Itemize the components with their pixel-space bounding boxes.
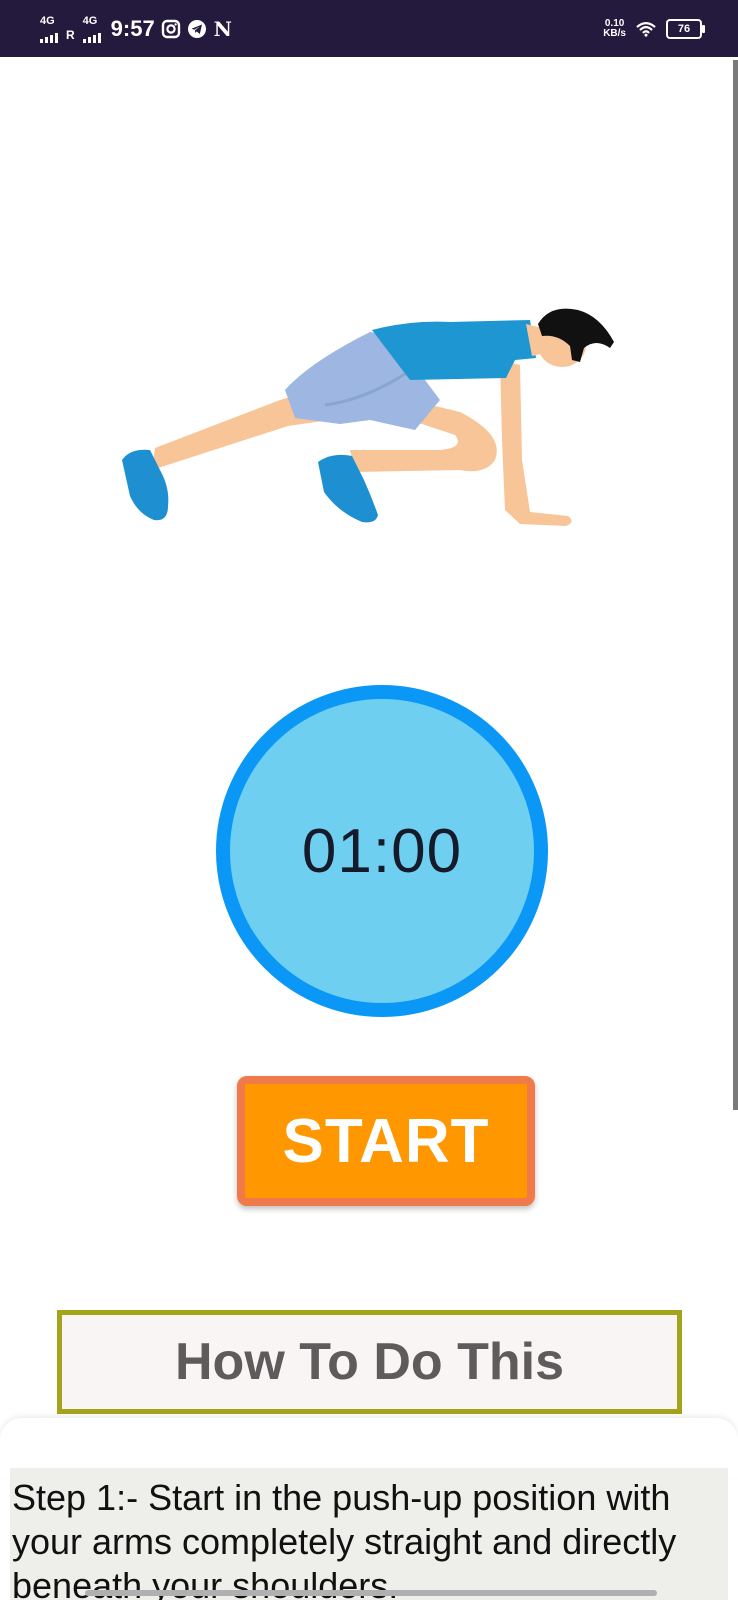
exercise-illustration <box>110 300 630 540</box>
start-button-label: START <box>282 1106 490 1176</box>
cell-signal-1: 4G <box>40 15 58 43</box>
battery-level: 76 <box>677 22 691 35</box>
scroll-indicator[interactable] <box>733 60 738 1110</box>
network-type-1: 4G <box>40 14 55 27</box>
how-to-label: How To Do This <box>175 1333 564 1391</box>
timer-circle: 01:00 <box>216 685 548 1017</box>
gesture-home-bar[interactable] <box>85 1590 657 1596</box>
network-type-2: 4G <box>82 14 98 27</box>
status-bar: 4G R 4G 9:57 N 0.10 KB/s 76 <box>0 0 738 57</box>
how-to-do-this-button[interactable]: How To Do This <box>57 1310 682 1414</box>
start-button[interactable]: START <box>237 1076 535 1206</box>
instagram-icon <box>161 19 181 39</box>
wifi-icon <box>636 19 656 39</box>
cell-signal-2: 4G <box>82 14 101 43</box>
status-bar-right: 0.10 KB/s 76 <box>603 0 705 57</box>
steps-panel: Step 1:- Start in the push-up position w… <box>10 1468 728 1600</box>
telegram-icon <box>187 19 207 39</box>
battery-icon: 76 <box>666 18 705 39</box>
timer-display: 01:00 <box>301 816 463 886</box>
netflix-n-icon: N <box>213 16 232 41</box>
mountain-climber-figure <box>122 308 614 526</box>
status-bar-left: 4G R 4G 9:57 N <box>40 0 233 57</box>
step-1-text: Step 1:- Start in the push-up position w… <box>12 1477 677 1600</box>
roaming-indicator: R <box>66 27 75 42</box>
network-speed: 0.10 KB/s <box>603 17 626 39</box>
network-speed-unit: KB/s <box>603 27 626 39</box>
status-time: 9:57 <box>110 15 155 41</box>
signal-bars-1-icon <box>40 32 58 43</box>
network-speed-value: 0.10 <box>604 17 625 29</box>
signal-bars-2-icon <box>82 32 101 43</box>
